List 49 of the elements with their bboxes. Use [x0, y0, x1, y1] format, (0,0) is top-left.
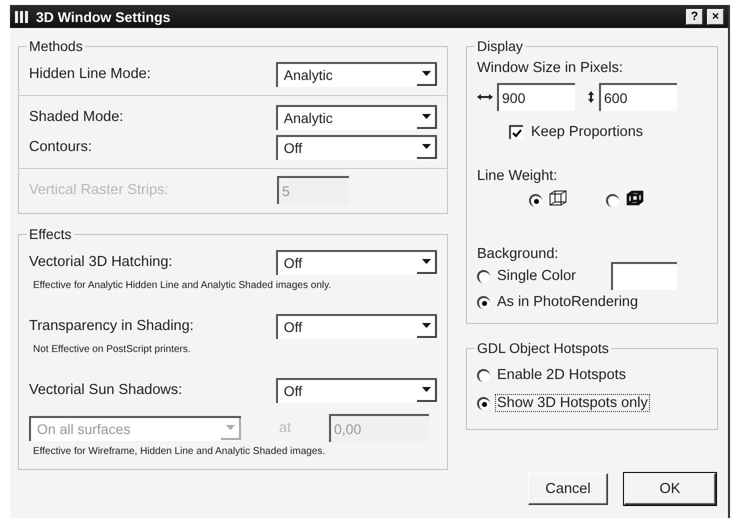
- radio-button[interactable]: Enable 2D Hotspots: [477, 367, 627, 383]
- dropdown[interactable]: Off: [276, 314, 437, 338]
- field-label: Line Weight:: [477, 168, 558, 184]
- radio-button[interactable]: As in PhotoRendering: [477, 294, 640, 310]
- dropdown[interactable]: Off: [276, 134, 437, 160]
- field-label: Vectorial 3D Hatching:: [29, 254, 174, 270]
- at-label: at: [278, 420, 292, 436]
- field-label: Vectorial Sun Shadows:: [29, 382, 184, 398]
- title-bar-button[interactable]: ?: [686, 8, 703, 24]
- field-label: Hidden Line Mode:: [29, 66, 152, 82]
- cancel-button[interactable]: Cancel: [528, 473, 608, 505]
- field-label: Vertical Raster Strips:: [29, 182, 170, 198]
- height-field[interactable]: 600: [599, 83, 677, 111]
- dropdown[interactable]: Off: [276, 378, 437, 402]
- dropdown[interactable]: Off: [276, 250, 437, 274]
- width-field[interactable]: 900: [497, 83, 575, 111]
- group-title: Display: [475, 38, 525, 54]
- vertical-arrow-icon: [587, 91, 595, 103]
- caret-icon: [422, 259, 430, 265]
- cube-icon: [626, 190, 644, 206]
- field-label: Contours:: [29, 139, 93, 155]
- checkbox[interactable]: [509, 125, 523, 139]
- color-swatch[interactable]: [611, 262, 677, 290]
- group-title: GDL Object Hotspots: [475, 340, 611, 356]
- caret-icon: [226, 425, 234, 431]
- group-title: Effects: [27, 226, 74, 242]
- caret-icon: [422, 387, 430, 393]
- hint-text: Not Effective on PostScript printers.: [32, 344, 192, 355]
- field-label: Shaded Mode:: [29, 109, 124, 125]
- field-label: Transparency in Shading:: [29, 318, 195, 334]
- field-label: Background:: [477, 246, 558, 262]
- horizontal-arrow-icon: [477, 93, 493, 101]
- field-label: Window Size in Pixels:: [477, 60, 623, 76]
- radio-button[interactable]: Show 3D Hotspots only: [477, 395, 649, 411]
- title-bar-button[interactable]: ×: [707, 8, 724, 24]
- caret-icon: [422, 71, 430, 77]
- radio-button[interactable]: Single Color: [477, 268, 577, 284]
- window-title: 3D Window Settings: [36, 8, 172, 24]
- cube-icon: [549, 190, 567, 206]
- ok-button[interactable]: OK: [624, 473, 716, 505]
- hint-text: Effective for Wireframe, Hidden Line and Analytic Shaded images.: [32, 446, 326, 457]
- hint-text: Effective for Analytic Hidden Line and Analytic Shaded images only.: [32, 280, 332, 291]
- caret-icon: [422, 144, 430, 150]
- caret-icon: [422, 323, 430, 329]
- checkbox-label: Keep Proportions: [531, 124, 644, 140]
- caret-icon: [422, 114, 430, 120]
- dropdown[interactable]: Analytic: [276, 104, 437, 130]
- dropdown[interactable]: Analytic: [276, 62, 437, 86]
- group-title: Methods: [27, 38, 85, 54]
